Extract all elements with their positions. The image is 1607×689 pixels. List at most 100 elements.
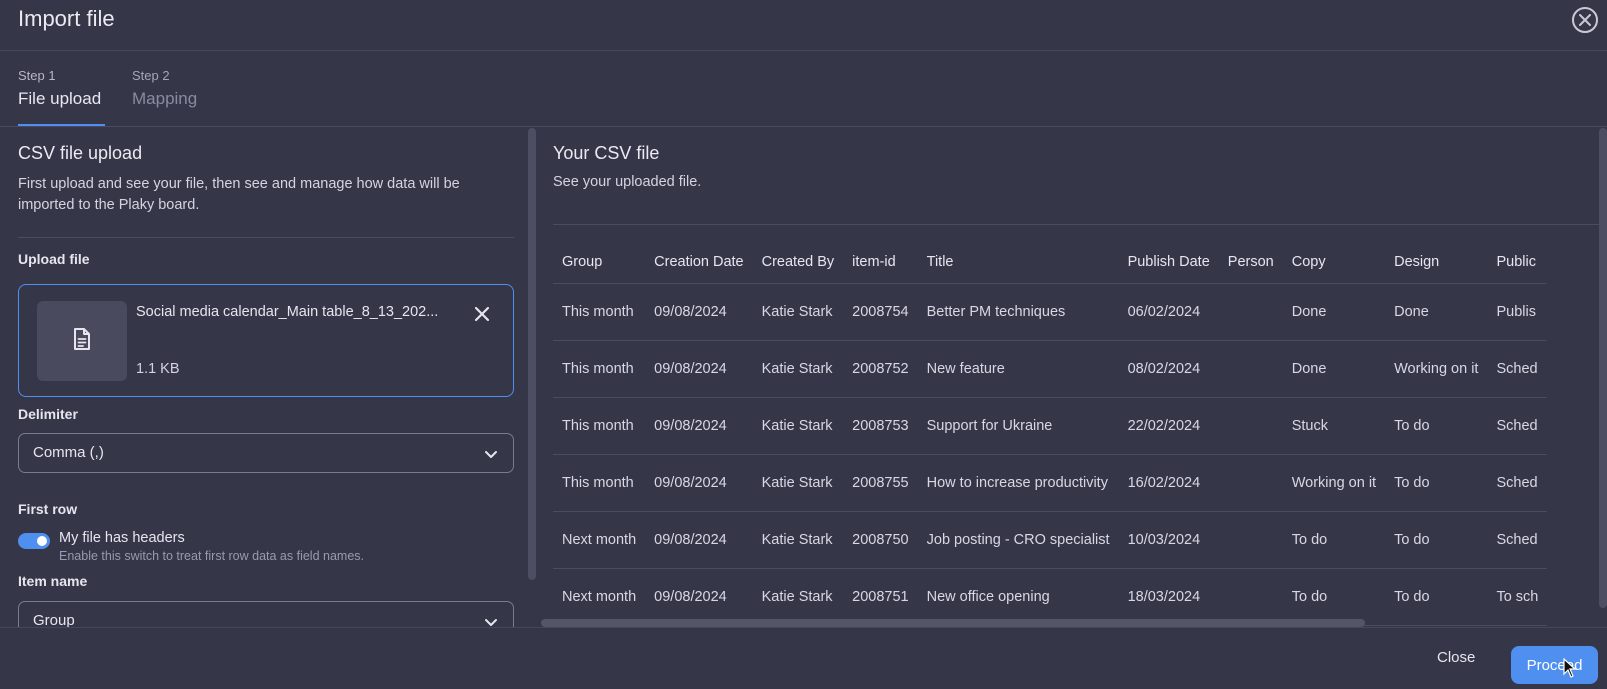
step-label: Mapping xyxy=(132,89,198,108)
preview-title: Your CSV file xyxy=(553,143,660,163)
preview-description: See your uploaded file. xyxy=(553,174,702,190)
close-circle-icon[interactable] xyxy=(1572,7,1598,33)
table-cell: 18/03/2024 xyxy=(1118,568,1219,626)
table-cell xyxy=(1218,283,1283,341)
table-cell: Better PM techniques xyxy=(917,283,1119,341)
headers-toggle-label: My file has headers xyxy=(59,530,185,546)
table-cell: Working on it xyxy=(1385,340,1488,398)
table-cell: 09/08/2024 xyxy=(645,397,753,455)
active-step-indicator xyxy=(18,124,105,126)
column-header: Created By xyxy=(752,241,844,284)
table-cell: 09/08/2024 xyxy=(645,454,753,512)
table-cell xyxy=(1218,397,1283,455)
table-cell: Working on it xyxy=(1282,454,1386,512)
column-header: item-id xyxy=(843,241,918,284)
remove-file-icon[interactable] xyxy=(471,303,493,325)
step-file-upload[interactable]: Step 1 File upload xyxy=(18,68,101,109)
column-header: Public xyxy=(1487,241,1548,284)
table-cell: To do xyxy=(1385,568,1488,626)
table-cell xyxy=(1218,511,1283,569)
column-header: Person xyxy=(1218,241,1283,284)
table-cell: Job posting - CRO specialist xyxy=(917,511,1119,569)
table-cell: Katie Stark xyxy=(752,568,844,626)
table-cell: How to increase productivity xyxy=(917,454,1119,512)
table-cell xyxy=(1218,340,1283,398)
headers-toggle[interactable] xyxy=(18,533,50,549)
table-row: Next month 09/08/2024 Katie Stark 2008750 Jo… xyxy=(553,511,1548,569)
table-cell: 08/02/2024 xyxy=(1118,340,1219,398)
table-cell: Publis xyxy=(1487,283,1548,341)
toggle-knob xyxy=(37,536,47,546)
file-thumbnail xyxy=(37,301,127,381)
table-cell: This month xyxy=(553,283,646,341)
table-cell xyxy=(1218,454,1283,512)
table-cell: Done xyxy=(1282,340,1386,398)
table-cell: Sched xyxy=(1487,397,1548,455)
column-header: Design xyxy=(1385,241,1488,284)
section-divider xyxy=(18,237,514,238)
close-button[interactable]: Close xyxy=(1437,649,1475,666)
uploaded-file-card: Social media calendar_Main table_8_13_20… xyxy=(18,284,514,397)
section-divider xyxy=(553,224,1607,225)
modal-title: Import file xyxy=(18,6,115,31)
table-cell: Katie Stark xyxy=(752,454,844,512)
table-cell: New feature xyxy=(917,340,1119,398)
table-cell: 2008755 xyxy=(843,454,918,512)
csv-preview-table: Group Creation Date Created By item-id Title… xyxy=(553,241,1548,626)
table-cell: Done xyxy=(1385,283,1488,341)
table-row: This month 09/08/2024 Katie Stark 2008755 Ho… xyxy=(553,454,1548,512)
table-cell xyxy=(1218,568,1283,626)
table-cell: 09/08/2024 xyxy=(645,283,753,341)
left-panel-scrollbar[interactable] xyxy=(528,128,536,580)
step-number: Step 2 xyxy=(132,68,170,83)
import-file-modal: Import file Step 1 File upload Step 2 Ma… xyxy=(0,0,1607,689)
preview-vertical-scrollbar[interactable] xyxy=(1599,128,1607,608)
column-header: Title xyxy=(917,241,1119,284)
table-cell: Next month xyxy=(553,511,646,569)
table-row: This month 09/08/2024 Katie Stark 2008752 Ne… xyxy=(553,340,1548,398)
table-cell: Sched xyxy=(1487,511,1548,569)
table-cell: Support for Ukraine xyxy=(917,397,1119,455)
preview-horizontal-scrollbar[interactable] xyxy=(541,619,1365,627)
table-cell: To do xyxy=(1282,511,1386,569)
modal-footer: Close Proceed xyxy=(0,627,1607,689)
upload-section-title: CSV file upload xyxy=(18,143,143,163)
file-size: 1.1 KB xyxy=(136,361,180,377)
table-cell: 16/02/2024 xyxy=(1118,454,1219,512)
upload-file-label: Upload file xyxy=(18,251,90,267)
proceed-button[interactable]: Proceed xyxy=(1511,646,1598,684)
column-header: Publish Date xyxy=(1118,241,1219,284)
step-number: Step 1 xyxy=(18,68,56,83)
table-cell: To do xyxy=(1385,454,1488,512)
column-header: Copy xyxy=(1282,241,1386,284)
table-cell: This month xyxy=(553,454,646,512)
table-cell: 2008750 xyxy=(843,511,918,569)
document-icon xyxy=(72,327,92,356)
table-cell: 06/02/2024 xyxy=(1118,283,1219,341)
table-cell: To do xyxy=(1385,397,1488,455)
item-name-label: Item name xyxy=(18,573,88,589)
table-cell: 2008753 xyxy=(843,397,918,455)
table-cell: Katie Stark xyxy=(752,511,844,569)
table-row: This month 09/08/2024 Katie Stark 2008754 Be… xyxy=(553,283,1548,341)
table-cell: 2008752 xyxy=(843,340,918,398)
table-cell: To do xyxy=(1385,511,1488,569)
item-name-value: Group xyxy=(33,612,75,627)
chevron-down-icon xyxy=(483,614,499,627)
delimiter-select[interactable]: Comma (,) xyxy=(18,433,514,473)
table-cell: To do xyxy=(1282,568,1386,626)
preview-panel: Your CSV file See your uploaded file. Gr… xyxy=(541,127,1607,627)
table-cell: Katie Stark xyxy=(752,283,844,341)
upload-section-description: First upload and see your file, then see… xyxy=(18,176,460,213)
step-mapping[interactable]: Step 2 Mapping xyxy=(132,68,197,109)
item-name-select[interactable]: Group xyxy=(18,601,514,627)
stepper: Step 1 File upload Step 2 Mapping xyxy=(0,51,1607,127)
table-row: This month 09/08/2024 Katie Stark 2008753 Su… xyxy=(553,397,1548,455)
file-name: Social media calendar_Main table_8_13_20… xyxy=(136,304,439,320)
table-cell: Next month xyxy=(553,568,646,626)
table-cell: Stuck xyxy=(1282,397,1386,455)
chevron-down-icon xyxy=(483,446,499,462)
headers-toggle-help: Enable this switch to treat first row da… xyxy=(59,549,364,563)
modal-header: Import file xyxy=(0,0,1607,51)
table-cell: New office opening xyxy=(917,568,1119,626)
